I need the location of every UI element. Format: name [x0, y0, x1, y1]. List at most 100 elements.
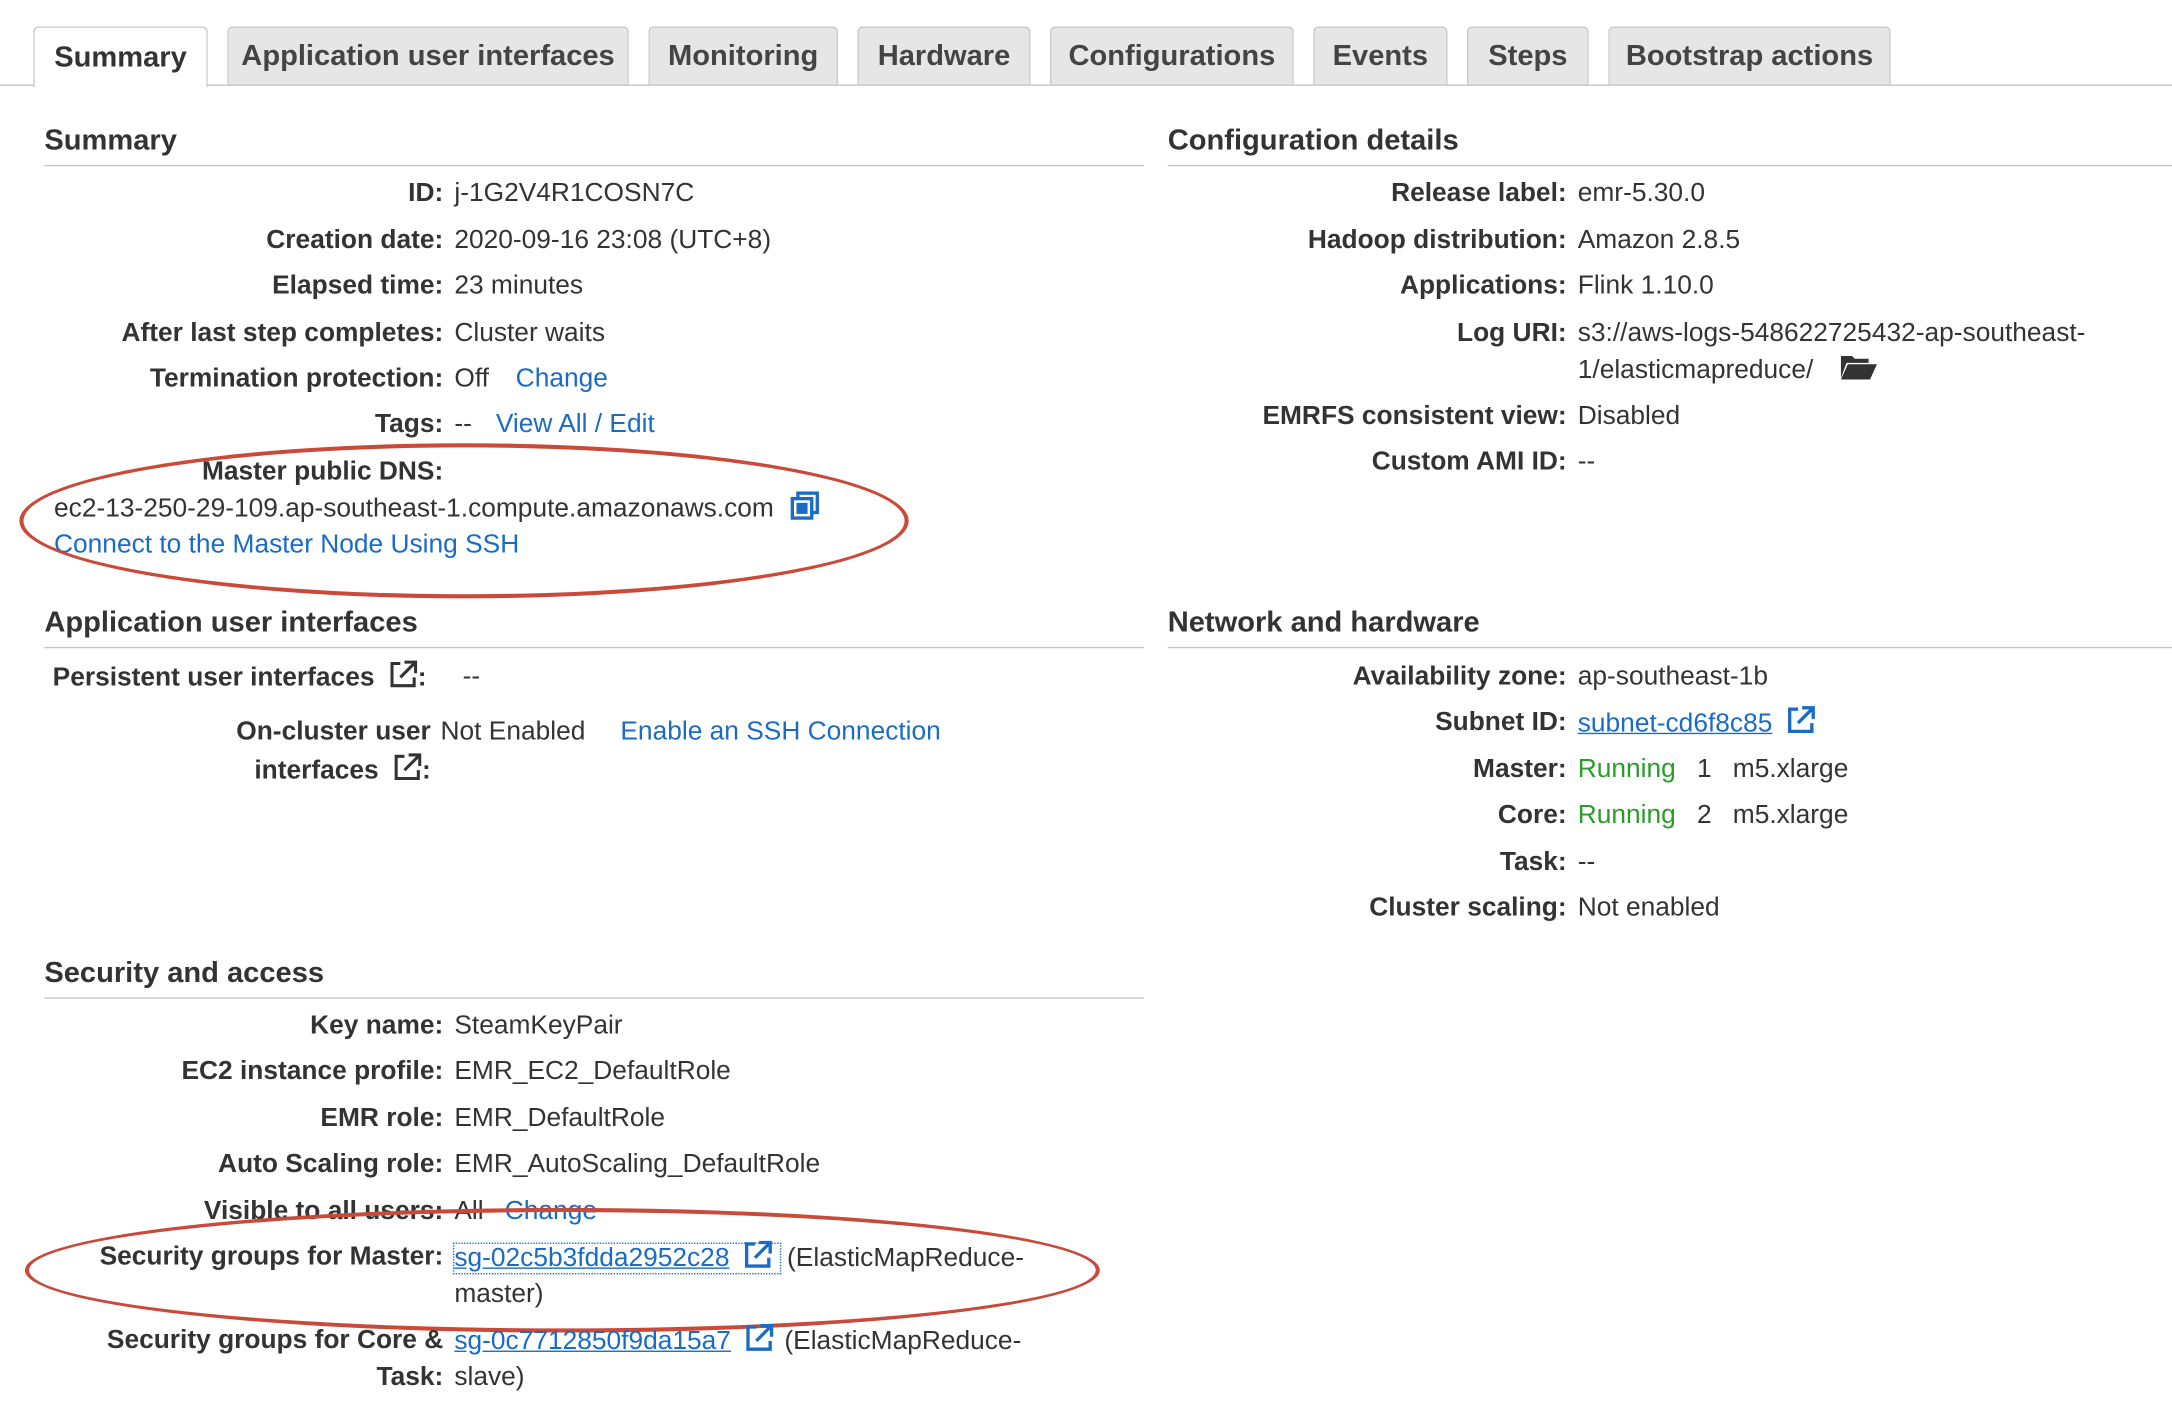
core-label: Core:: [1497, 800, 1567, 830]
tab-bar: Summary Application user interfaces Moni…: [0, 0, 2172, 88]
custom-ami-label: Custom AMI ID:: [1371, 447, 1567, 477]
elapsed-time-value: 23 minutes: [454, 271, 584, 301]
visible-change-link[interactable]: Change: [505, 1197, 597, 1226]
ec2-instance-profile-value: EMR_EC2_DefaultRole: [454, 1056, 731, 1086]
master-public-dns-label: Master public DNS:: [201, 457, 444, 487]
tab-hardware[interactable]: Hardware: [857, 26, 1031, 85]
external-link-icon: [387, 659, 417, 701]
after-last-step-value: Cluster waits: [454, 318, 605, 348]
visible-to-all-users-row: All Change: [454, 1194, 597, 1230]
tab-application-user-interfaces[interactable]: Application user interfaces: [227, 26, 629, 85]
on-cluster-ui-colon: :: [422, 756, 431, 786]
emrfs-label: EMRFS consistent view:: [1262, 401, 1567, 431]
on-cluster-ui-label-line2-row: interfaces :: [254, 752, 431, 794]
sg-master-desc-line1: (ElasticMapReduce-: [787, 1243, 1025, 1273]
persistent-ui-label: Persistent user interfaces: [52, 663, 375, 693]
master-dns-value: ec2-13-250-29-109.ap-southeast-1.compute…: [54, 494, 774, 524]
external-link-icon[interactable]: [1785, 705, 1815, 747]
sg-master-row: sg-02c5b3fdda2952c28 (ElasticMapReduce-: [452, 1240, 1025, 1282]
sg-master-link[interactable]: sg-02c5b3fdda2952c28: [454, 1244, 729, 1273]
emr-cluster-page: Summary Application user interfaces Moni…: [0, 0, 2172, 1406]
emr-role-value: EMR_DefaultRole: [454, 1104, 666, 1134]
log-uri-label: Log URI:: [1457, 318, 1567, 348]
external-link-icon[interactable]: [742, 1240, 772, 1282]
sg-core-desc-line1: (ElasticMapReduce-: [784, 1327, 1022, 1357]
copy-icon[interactable]: [789, 490, 819, 532]
cluster-id-value: j-1G2V4R1COSN7C: [454, 178, 695, 208]
tags-value: --: [454, 410, 472, 440]
master-row: Running 1 m5.xlarge: [1578, 752, 1849, 788]
enable-ssh-connection-link[interactable]: Enable an SSH Connection: [620, 718, 940, 747]
subnet-id-link[interactable]: subnet-cd6f8c85: [1578, 709, 1773, 738]
external-link-icon[interactable]: [744, 1323, 774, 1365]
tab-steps[interactable]: Steps: [1466, 26, 1589, 85]
cluster-scaling-label: Cluster scaling:: [1369, 893, 1567, 923]
task-value: --: [1577, 847, 1596, 877]
tags-view-edit-link[interactable]: View All / Edit: [496, 410, 655, 439]
tab-monitoring[interactable]: Monitoring: [648, 26, 839, 85]
ec2-instance-profile-label: EC2 instance profile:: [181, 1056, 444, 1086]
sg-master-desc-line2: master): [454, 1279, 544, 1310]
cluster-scaling-value: Not enabled: [1577, 893, 1720, 923]
tab-events[interactable]: Events: [1313, 26, 1448, 85]
security-section-title: Security and access: [44, 957, 1145, 999]
applications-label: Applications:: [1399, 271, 1567, 301]
sg-core-desc-line2: slave): [454, 1363, 525, 1393]
connect-ssh-link[interactable]: Connect to the Master Node Using SSH: [54, 528, 519, 564]
creation-date-label: Creation date:: [266, 225, 444, 255]
log-uri-row2: 1/elasticmapreduce/: [1578, 352, 1879, 394]
emrfs-value: Disabled: [1577, 401, 1681, 431]
on-cluster-ui-label-line2: interfaces: [254, 756, 379, 786]
release-label-label: Release label:: [1391, 178, 1567, 208]
external-link-icon: [392, 752, 422, 794]
after-last-step-label: After last step completes:: [121, 318, 444, 348]
folder-open-icon[interactable]: [1840, 352, 1879, 394]
persistent-ui-label-row: Persistent user interfaces :: [53, 659, 427, 701]
network-section-title: Network and hardware: [1167, 607, 2172, 649]
sg-core-task-label-line1: Security groups for Core &: [106, 1325, 444, 1355]
custom-ami-value: --: [1577, 447, 1596, 477]
auto-scaling-role-label: Auto Scaling role:: [218, 1149, 444, 1179]
core-row: Running 2 m5.xlarge: [1578, 798, 1849, 834]
tab-bootstrap-actions[interactable]: Bootstrap actions: [1608, 26, 1891, 85]
tab-configurations[interactable]: Configurations: [1049, 26, 1294, 85]
release-label-value: emr-5.30.0: [1577, 178, 1706, 208]
master-label: Master:: [1473, 754, 1567, 785]
applications-value: Flink 1.10.0: [1577, 271, 1714, 301]
task-label: Task:: [1499, 847, 1567, 877]
master-instance-type: m5.xlarge: [1732, 754, 1849, 785]
id-label: ID:: [408, 178, 444, 208]
app-ui-section-title: Application user interfaces: [44, 607, 1145, 649]
master-dns-row: ec2-13-250-29-109.ap-southeast-1.compute…: [54, 490, 820, 532]
core-instance-type: m5.xlarge: [1732, 800, 1849, 830]
visible-to-all-users-label: Visible to all users:: [203, 1196, 444, 1226]
summary-section-title: Summary: [44, 125, 1145, 167]
configuration-section-title: Configuration details: [1167, 125, 2172, 167]
key-name-value: SteamKeyPair: [454, 1011, 623, 1041]
tab-summary[interactable]: Summary: [33, 26, 208, 88]
sg-core-task-label-line2: Task:: [376, 1363, 444, 1393]
master-status: Running: [1577, 754, 1676, 785]
core-status: Running: [1577, 800, 1676, 830]
hadoop-distribution-label: Hadoop distribution:: [1307, 225, 1567, 255]
persistent-ui-value: --: [462, 662, 481, 692]
on-cluster-ui-row: Not Enabled Enable an SSH Connection: [440, 715, 940, 751]
creation-date-value: 2020-09-16 23:08 (UTC+8): [454, 225, 772, 255]
tags-row: -- View All / Edit: [454, 407, 654, 443]
log-uri-line2: 1/elasticmapreduce/: [1577, 355, 1814, 386]
termination-protection-value: Off: [454, 364, 489, 394]
persistent-ui-colon: :: [417, 663, 427, 693]
hadoop-distribution-value: Amazon 2.8.5: [1577, 225, 1741, 255]
sg-core-row: sg-0c7712850f9da15a7 (ElasticMapReduce-: [454, 1323, 1021, 1365]
sg-core-link[interactable]: sg-0c7712850f9da15a7: [454, 1327, 731, 1356]
termination-change-link[interactable]: Change: [516, 364, 608, 393]
master-count: 1: [1696, 754, 1712, 785]
subnet-id-label: Subnet ID:: [1435, 707, 1567, 737]
sg-master-label: Security groups for Master:: [99, 1242, 444, 1272]
termination-protection-row: Off Change: [454, 362, 608, 398]
key-name-label: Key name:: [310, 1011, 444, 1041]
on-cluster-ui-label-line1: On-cluster user: [236, 717, 431, 747]
termination-protection-label: Termination protection:: [149, 364, 444, 394]
emr-role-label: EMR role:: [320, 1104, 444, 1134]
subnet-id-row: subnet-cd6f8c85: [1578, 705, 1816, 747]
